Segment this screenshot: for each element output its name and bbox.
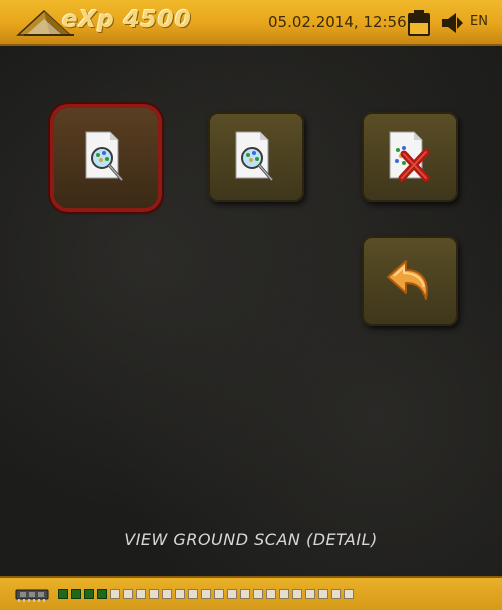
memory-usage-bar xyxy=(58,589,354,599)
logo-text: eXp 4500 xyxy=(62,7,192,33)
speaker-icon[interactable] xyxy=(440,12,464,34)
memory-segment xyxy=(58,589,68,599)
memory-segment xyxy=(201,589,211,599)
memory-segment xyxy=(214,589,224,599)
battery-icon xyxy=(408,10,430,36)
memory-segment xyxy=(162,589,172,599)
delete-scan-button[interactable] xyxy=(362,112,458,202)
memory-segment xyxy=(84,589,94,599)
view-scan-detail-button[interactable] xyxy=(54,108,158,208)
memory-segment xyxy=(292,589,302,599)
memory-segment xyxy=(97,589,107,599)
memory-segment xyxy=(71,589,81,599)
document-delete-icon xyxy=(389,131,430,182)
memory-segment xyxy=(123,589,133,599)
date-time: 05.02.2014, 12:56 xyxy=(268,13,407,31)
memory-segment xyxy=(240,589,250,599)
menu-caption: VIEW GROUND SCAN (DETAIL) xyxy=(124,530,378,549)
memory-segment xyxy=(188,589,198,599)
memory-segment xyxy=(305,589,315,599)
bottom-status-bar xyxy=(0,576,502,610)
memory-segment xyxy=(318,589,328,599)
top-status-bar: eXp 4500 05.02.2014, 12:56 EN xyxy=(0,0,502,46)
memory-segment xyxy=(253,589,263,599)
memory-segment xyxy=(331,589,341,599)
memory-segment xyxy=(227,589,237,599)
document-magnifier-icon xyxy=(85,131,124,181)
back-button[interactable] xyxy=(362,236,458,326)
memory-segment xyxy=(279,589,289,599)
view-scan-button[interactable] xyxy=(208,112,304,202)
memory-segment xyxy=(175,589,185,599)
main-menu-area: VIEW GROUND SCAN (DETAIL) xyxy=(0,46,502,576)
memory-segment xyxy=(344,589,354,599)
memory-chip-icon xyxy=(15,589,49,602)
memory-segment xyxy=(266,589,276,599)
language-indicator[interactable]: EN xyxy=(470,14,488,29)
back-arrow-icon xyxy=(387,260,428,300)
memory-segment xyxy=(110,589,120,599)
memory-segment xyxy=(149,589,159,599)
memory-segment xyxy=(136,589,146,599)
document-magnifier-icon xyxy=(235,131,274,181)
